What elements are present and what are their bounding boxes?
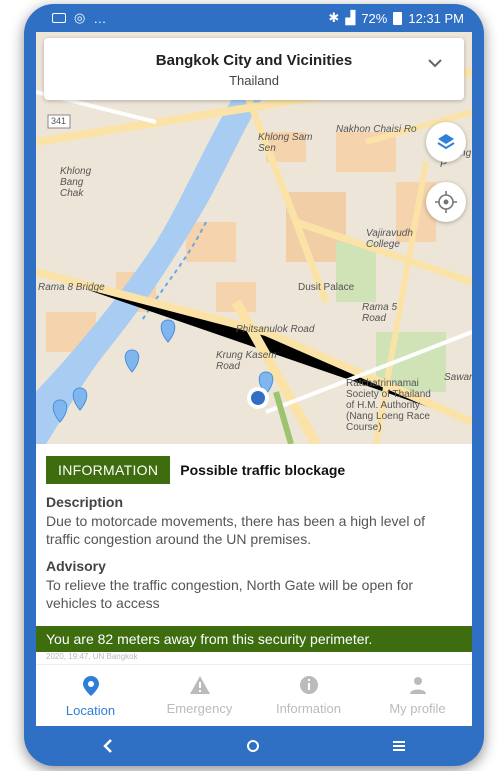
mail-icon xyxy=(52,13,66,23)
system-nav-bar xyxy=(36,726,472,766)
map-label-khlong-sam-sen: Khlong Sam Sen xyxy=(258,132,313,154)
advisory-title: Advisory xyxy=(46,558,106,574)
location-title: Bangkok City and Vicinities xyxy=(155,52,353,69)
road-marker: 341 xyxy=(51,116,67,126)
map-label-khlong-bang-chak: Khlong Bang Chak xyxy=(60,166,92,199)
map-label-ratchatrinnamai: Ratchatrinnamai Society of Thailand of H… xyxy=(346,378,431,433)
layers-button[interactable] xyxy=(426,122,466,162)
map-label-sawan: Sawan xyxy=(444,372,472,383)
chevron-down-icon[interactable] xyxy=(428,56,442,70)
nav-label-emergency: Emergency xyxy=(166,701,233,716)
crosshair-icon xyxy=(435,191,457,213)
map-label-rama8: Rama 8 Bridge xyxy=(38,282,105,293)
location-pin-icon xyxy=(82,676,99,696)
battery-percent: 72% xyxy=(361,10,388,26)
location-country: Thailand xyxy=(229,73,279,88)
nav-location[interactable]: Location xyxy=(36,665,145,726)
alert-headline: Possible traffic blockage xyxy=(180,462,346,478)
app-screen: ◎ … ✱ ▟ 72% 12:31 PM 341 Khlong Sam Sen … xyxy=(36,4,472,766)
faded-timestamp: 2020, 19:47, UN Bangkok xyxy=(46,652,138,661)
warning-icon xyxy=(189,676,210,694)
back-icon[interactable] xyxy=(102,739,114,753)
status-bar: ◎ … ✱ ▟ 72% 12:31 PM xyxy=(36,4,472,32)
nav-emergency[interactable]: Emergency xyxy=(145,665,254,726)
signal-icon: ▟ xyxy=(345,10,356,25)
map-label-vajiravudh: Vajiravudh College xyxy=(366,228,413,250)
person-icon xyxy=(409,677,426,694)
alert-panel: INFORMATION Possible traffic blockage De… xyxy=(36,444,472,644)
nav-label-information: Information xyxy=(275,701,342,716)
clock: 12:31 PM xyxy=(408,10,464,26)
distance-banner: You are 82 meters away from this securit… xyxy=(36,626,472,652)
nav-label-location: Location xyxy=(65,703,116,718)
layers-icon xyxy=(437,134,455,150)
battery-icon xyxy=(393,11,403,25)
alert-type-badge: INFORMATION xyxy=(46,456,171,484)
location-selector[interactable]: Bangkok City and Vicinities Thailand xyxy=(44,38,464,100)
phone-frame: ◎ … ✱ ▟ 72% 12:31 PM 341 Khlong Sam Sen … xyxy=(24,4,484,766)
bottom-nav: Location Emergency Information My profil… xyxy=(36,664,472,726)
my-location-button[interactable] xyxy=(426,182,466,222)
nav-profile[interactable]: My profile xyxy=(363,665,472,726)
nav-label-profile: My profile xyxy=(389,701,446,716)
menu-icon[interactable] xyxy=(392,740,406,752)
notification-icon: ◎ xyxy=(74,10,86,25)
map-label-krung-kasem: Krung Kasem Road xyxy=(216,350,277,372)
home-icon[interactable] xyxy=(246,739,260,753)
description-title: Description xyxy=(46,494,124,510)
description-text: Due to motorcade movements, there has be… xyxy=(46,513,425,547)
nav-information[interactable]: Information xyxy=(254,665,363,726)
info-icon xyxy=(299,676,318,694)
bluetooth-icon: ✱ xyxy=(328,10,340,25)
map-label-dusit-palace: Dusit Palace xyxy=(298,282,355,293)
map-label-phitsanulok: Phitsanulok Road xyxy=(236,324,315,335)
map-label-rama5: Rama 5 Road xyxy=(362,302,398,324)
status-more: … xyxy=(93,10,107,26)
advisory-text: To relieve the traffic congestion, North… xyxy=(46,577,414,611)
